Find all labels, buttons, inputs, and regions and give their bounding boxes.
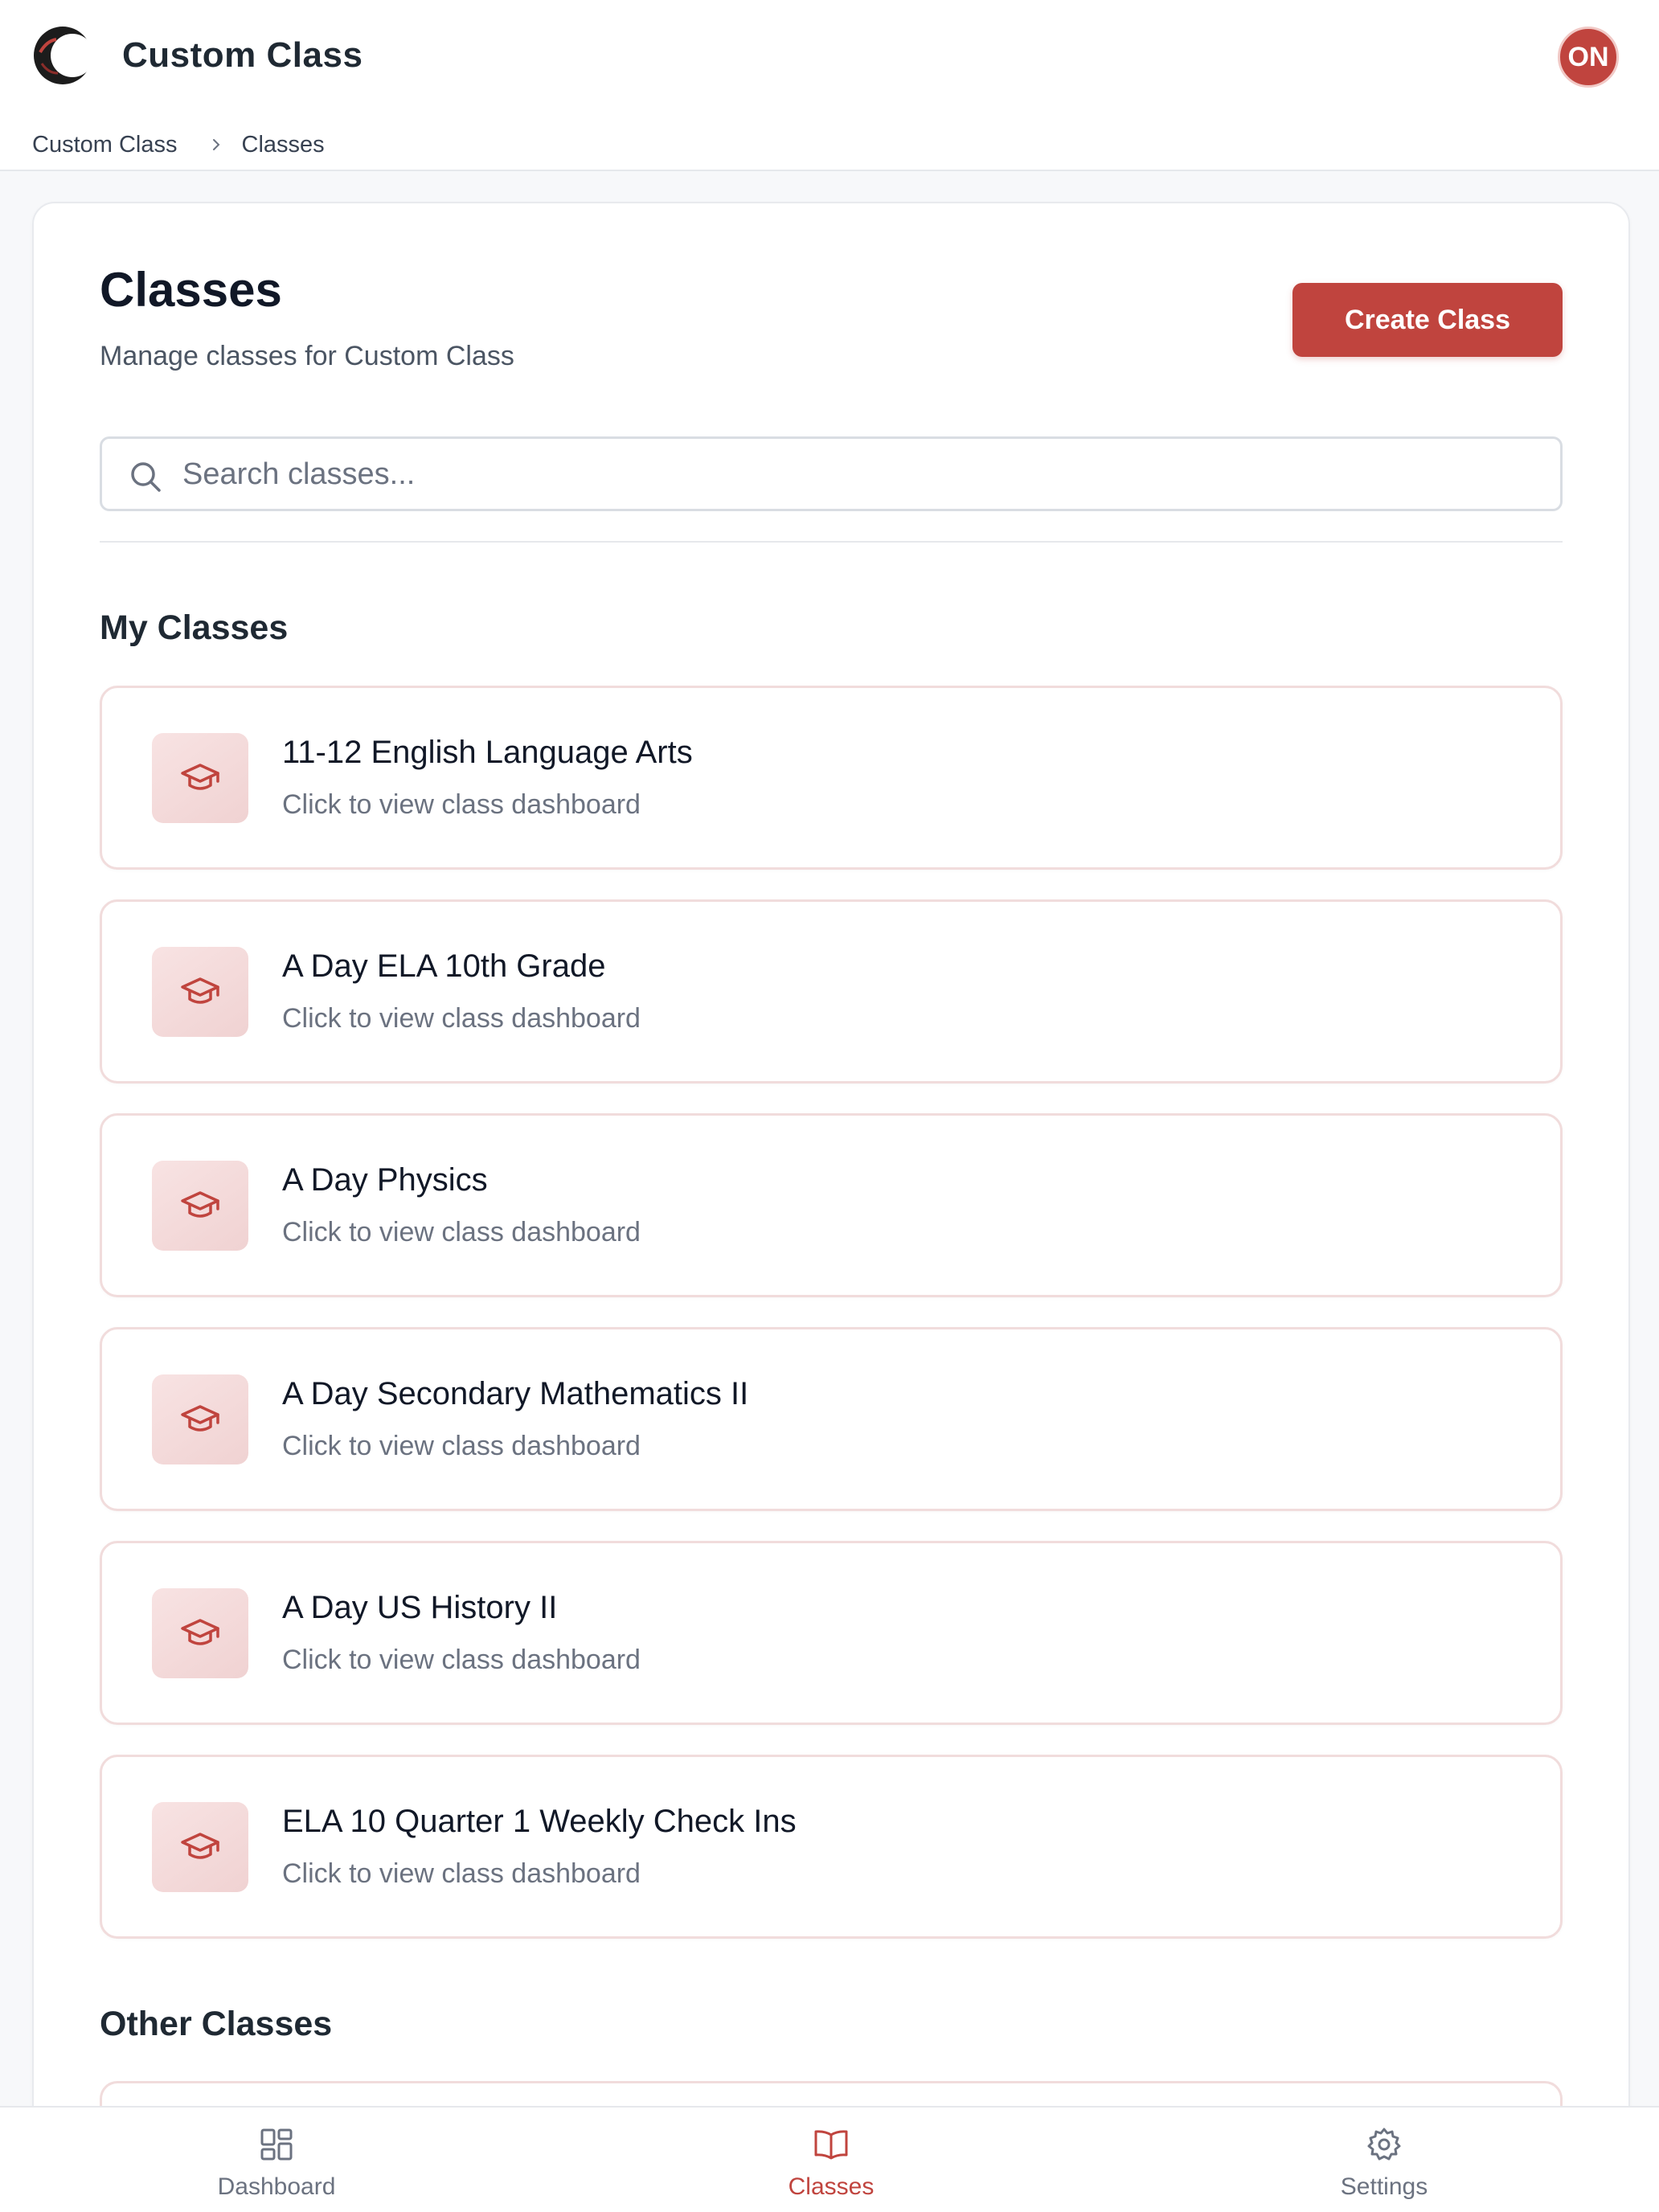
graduation-cap-icon	[181, 764, 219, 790]
class-name: 11-12 English Language Arts	[282, 735, 693, 770]
class-name: A Day ELA 10th Grade	[282, 948, 606, 984]
class-card[interactable]: A Day Physics Click to view class dashbo…	[100, 1113, 1563, 1297]
nav-dashboard[interactable]: Dashboard	[156, 2108, 397, 2212]
class-card[interactable]: ELA 10 Quarter 1 Weekly Check Ins Click …	[100, 1755, 1563, 1939]
other-classes-heading: Other Classes	[100, 2005, 333, 2043]
chevron-right-icon	[212, 139, 219, 150]
class-icon-tile	[152, 733, 248, 823]
search-input[interactable]	[182, 445, 1541, 503]
nav-settings[interactable]: Settings	[1264, 2108, 1505, 2212]
class-icon-tile	[152, 1802, 248, 1892]
bottom-nav: Dashboard Classes Settings	[0, 2106, 1659, 2212]
class-subtitle: Click to view class dashboard	[282, 1431, 641, 1461]
my-classes-heading: My Classes	[100, 608, 289, 647]
app-title: Custom Class	[122, 35, 363, 75]
nav-dashboard-label: Dashboard	[217, 2173, 336, 2200]
class-icon-tile	[152, 1161, 248, 1251]
book-icon	[814, 2130, 848, 2160]
class-subtitle: Click to view class dashboard	[282, 789, 641, 820]
section-divider	[100, 541, 1563, 543]
class-icon-tile	[152, 1588, 248, 1678]
gear-icon	[1367, 2128, 1401, 2161]
my-classes-list: 11-12 English Language Arts Click to vie…	[100, 686, 1563, 1968]
class-name: A Day Secondary Mathematics II	[282, 1376, 749, 1411]
app-root: Custom Class ON Custom Class Classes Cla…	[0, 0, 1659, 2212]
create-class-button[interactable]: Create Class	[1292, 283, 1563, 357]
search-box	[100, 436, 1563, 511]
page-subtitle: Manage classes for Custom Class	[100, 341, 514, 371]
graduation-cap-icon	[181, 977, 219, 1004]
class-icon-tile	[152, 1374, 248, 1464]
class-subtitle: Click to view class dashboard	[282, 1217, 641, 1247]
graduation-cap-icon	[181, 1191, 219, 1218]
class-icon-tile	[152, 947, 248, 1037]
grid-icon	[260, 2128, 293, 2161]
nav-classes[interactable]: Classes	[711, 2108, 952, 2212]
graduation-cap-icon	[181, 1833, 219, 1859]
breadcrumb-item-custom-class[interactable]: Custom Class	[32, 132, 178, 158]
class-card[interactable]: A Day US History II Click to view class …	[100, 1541, 1563, 1725]
top-bar: Custom Class ON Custom Class Classes	[0, 0, 1659, 171]
breadcrumb-item-classes[interactable]: Classes	[242, 132, 325, 158]
page-title: Classes	[100, 263, 282, 317]
class-subtitle: Click to view class dashboard	[282, 1003, 641, 1034]
class-card[interactable]: A Day Secondary Mathematics II Click to …	[100, 1327, 1563, 1511]
class-card[interactable]: 11-12 English Language Arts Click to vie…	[100, 686, 1563, 870]
class-name: A Day US History II	[282, 1590, 558, 1625]
nav-settings-label: Settings	[1340, 2173, 1428, 2200]
nav-classes-label: Classes	[788, 2173, 875, 2200]
class-subtitle: Click to view class dashboard	[282, 1645, 641, 1675]
graduation-cap-icon	[181, 1405, 219, 1432]
search-icon	[131, 462, 161, 492]
class-subtitle: Click to view class dashboard	[282, 1858, 641, 1889]
breadcrumb: Custom Class Classes	[32, 129, 325, 161]
user-avatar[interactable]: ON	[1558, 27, 1619, 88]
class-card[interactable]: A Day ELA 10th Grade Click to view class…	[100, 899, 1563, 1083]
class-name: A Day Physics	[282, 1162, 488, 1198]
class-name: ELA 10 Quarter 1 Weekly Check Ins	[282, 1804, 797, 1839]
graduation-cap-icon	[181, 1619, 219, 1645]
crescent-logo-icon[interactable]	[32, 25, 93, 86]
